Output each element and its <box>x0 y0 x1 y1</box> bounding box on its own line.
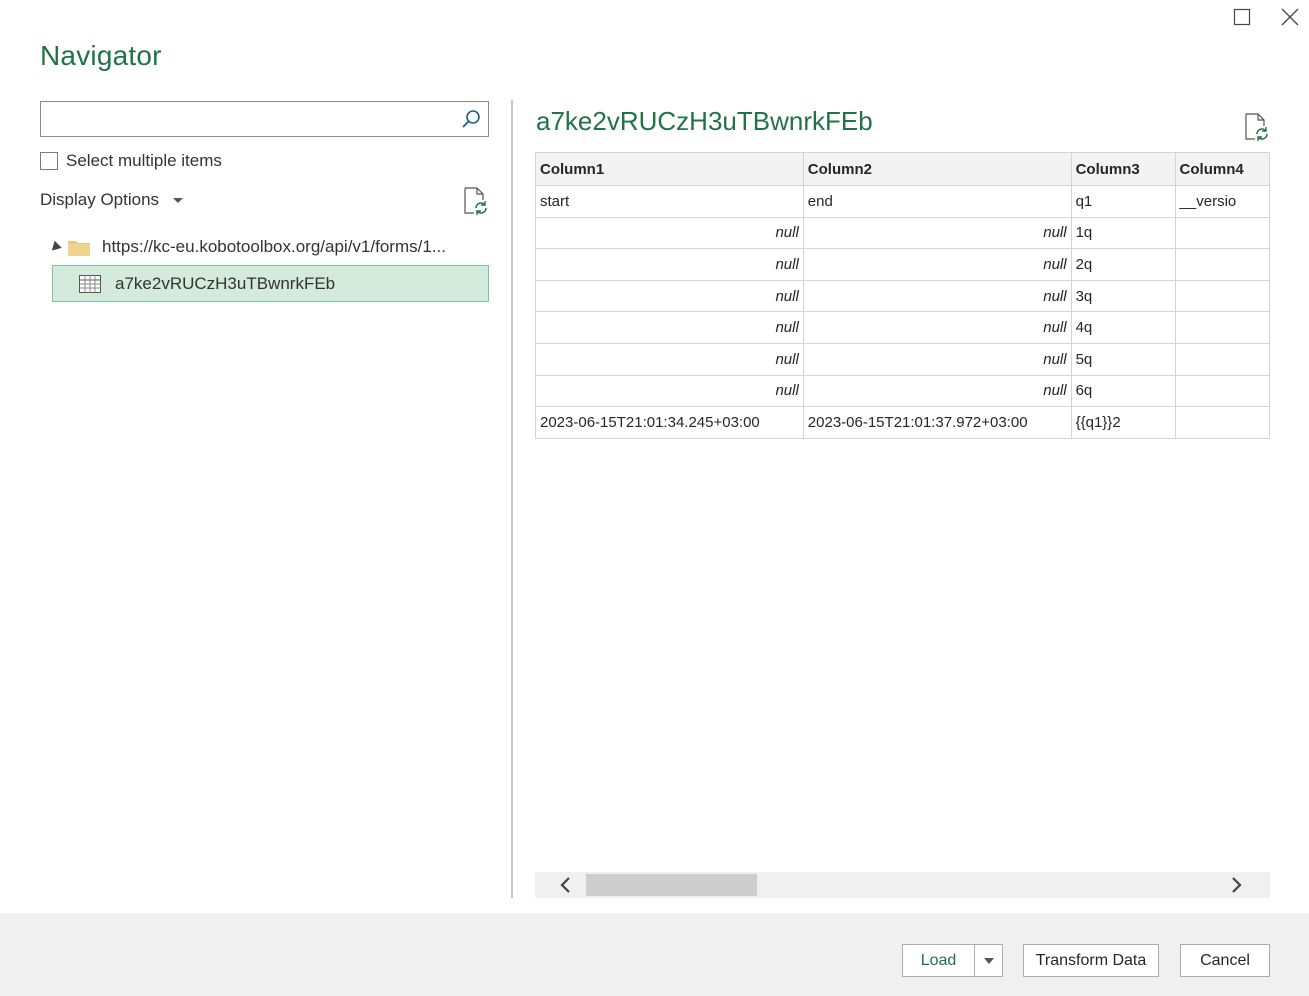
table-cell: q1 <box>1070 185 1176 218</box>
table-cell: null <box>802 342 1072 376</box>
table-cell: null <box>535 248 804 281</box>
table-row: null null 1q <box>535 216 1270 250</box>
table-cell: 2q <box>1070 248 1176 281</box>
tree-node-source-label: https://kc-eu.kobotoolbox.org/api/v1/for… <box>102 237 446 256</box>
column-header[interactable]: Column1 <box>535 152 804 186</box>
chevron-right-icon[interactable] <box>1227 876 1245 894</box>
select-multiple-checkbox[interactable] <box>40 152 58 170</box>
tree-node-table[interactable]: a7ke2vRUCzH3uTBwnrkFEb <box>52 265 489 302</box>
column-header[interactable]: Column2 <box>802 152 1072 186</box>
table-row: null null 2q <box>535 248 1270 281</box>
chevron-down-icon <box>173 197 184 203</box>
column-header[interactable]: Column3 <box>1070 152 1176 186</box>
table-cell <box>1174 406 1270 439</box>
table-row: null null 5q <box>535 342 1270 376</box>
table-cell: null <box>535 374 804 408</box>
table-row: null null 6q <box>535 374 1270 408</box>
preview-table: Column1 Column2 Column3 Column4 start en… <box>535 152 1270 439</box>
table-cell: null <box>802 216 1072 250</box>
scrollbar-thumb[interactable] <box>586 874 757 896</box>
table-cell: __versio <box>1174 185 1270 218</box>
select-multiple-label: Select multiple items <box>66 151 222 170</box>
chevron-left-icon[interactable] <box>557 876 575 894</box>
table-cell: 5q <box>1070 342 1176 376</box>
table-cell: null <box>802 311 1072 344</box>
table-cell <box>1174 342 1270 376</box>
refresh-icon[interactable] <box>462 187 488 215</box>
table-cell <box>1174 216 1270 250</box>
table-row: null null 3q <box>535 279 1270 313</box>
table-cell: null <box>535 279 804 313</box>
table-cell: 2023-06-15T21:01:34.245+03:00 <box>535 406 804 439</box>
display-options-label: Display Options <box>40 190 160 209</box>
dialog-footer: Load Transform Data Cancel <box>0 913 1309 996</box>
table-cell: null <box>535 342 804 376</box>
preview-grid: Column1 Column2 Column3 Column4 start en… <box>535 152 1270 439</box>
window-title: Navigator <box>40 40 162 71</box>
close-button[interactable] <box>1276 4 1304 30</box>
table-cell <box>1174 374 1270 408</box>
table-cell <box>1174 311 1270 344</box>
maximize-icon <box>1233 8 1251 26</box>
table-icon <box>79 274 101 293</box>
folder-icon <box>68 240 90 256</box>
horizontal-scrollbar[interactable] <box>535 872 1270 898</box>
table-cell: 1q <box>1070 216 1176 250</box>
refresh-preview-icon[interactable] <box>1243 113 1269 141</box>
load-dropdown-button[interactable] <box>974 944 1003 977</box>
table-cell: 3q <box>1070 279 1176 313</box>
maximize-button[interactable] <box>1228 4 1256 30</box>
table-cell: null <box>535 311 804 344</box>
table-cell: start <box>535 185 804 218</box>
table-cell: 6q <box>1070 374 1176 408</box>
search-box[interactable] <box>40 101 489 137</box>
transform-data-button[interactable]: Transform Data <box>1023 944 1159 977</box>
table-cell: end <box>802 185 1072 218</box>
table-row: 2023-06-15T21:01:34.245+03:00 2023-06-15… <box>535 406 1270 439</box>
table-cell: 4q <box>1070 311 1176 344</box>
table-cell: {{q1}}2 <box>1070 406 1176 439</box>
table-cell: 2023-06-15T21:01:37.972+03:00 <box>802 406 1072 439</box>
select-multiple-row[interactable]: Select multiple items <box>40 151 222 171</box>
table-cell: null <box>802 279 1072 313</box>
table-cell: null <box>535 216 804 250</box>
search-input[interactable] <box>41 102 441 136</box>
tree-node-source[interactable]: https://kc-eu.kobotoolbox.org/api/v1/for… <box>46 233 446 261</box>
display-options-dropdown[interactable]: Display Options <box>40 190 184 210</box>
table-header-row: Column1 Column2 Column3 Column4 <box>535 152 1270 186</box>
table-cell <box>1174 279 1270 313</box>
close-icon <box>1281 8 1299 26</box>
tree-node-table-label: a7ke2vRUCzH3uTBwnrkFEb <box>115 273 336 293</box>
table-cell <box>1174 248 1270 281</box>
expand-triangle-icon[interactable] <box>48 240 62 254</box>
load-button[interactable]: Load <box>902 944 975 977</box>
table-cell: null <box>802 248 1072 281</box>
table-row: start end q1 __versio <box>535 185 1270 218</box>
column-header[interactable]: Column4 <box>1174 152 1270 186</box>
chevron-down-icon <box>983 957 994 964</box>
cancel-button[interactable]: Cancel <box>1180 944 1270 977</box>
pane-divider[interactable] <box>511 100 513 898</box>
preview-title: a7ke2vRUCzH3uTBwnrkFEb <box>536 106 873 136</box>
table-row: null null 4q <box>535 311 1270 344</box>
search-icon[interactable] <box>460 108 482 130</box>
table-cell: null <box>802 374 1072 408</box>
